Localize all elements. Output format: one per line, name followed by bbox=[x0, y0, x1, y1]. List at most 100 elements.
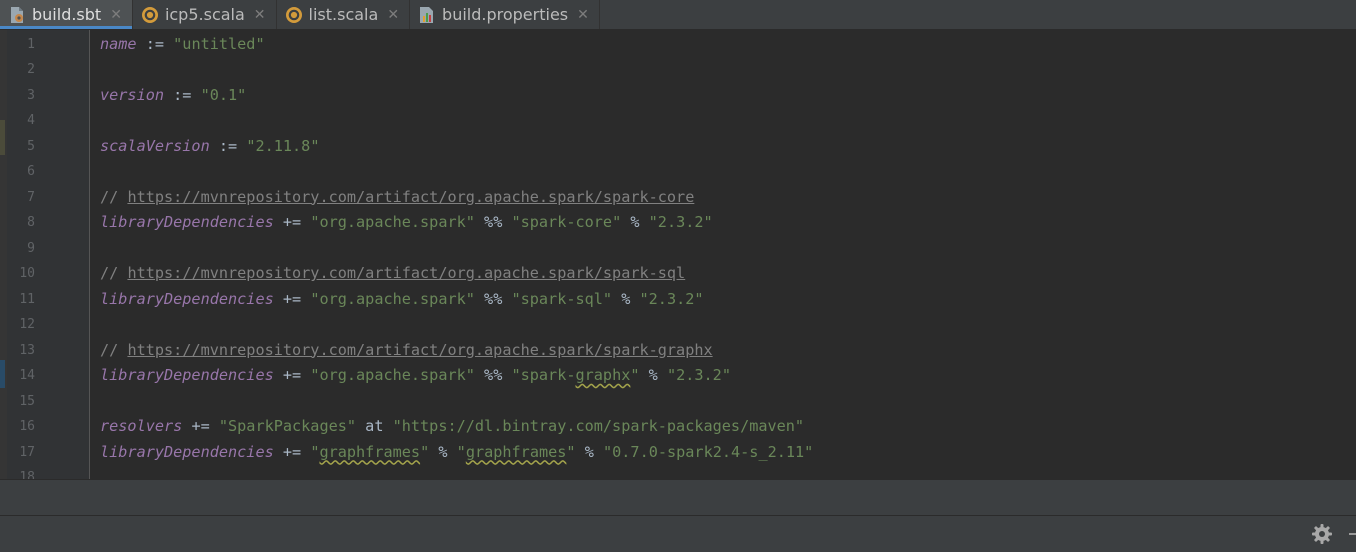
code-token: += bbox=[273, 213, 311, 231]
line-number: 2 bbox=[27, 62, 35, 77]
code-line: scalaVersion := "2.11.8" bbox=[100, 134, 319, 160]
code-token: % bbox=[639, 366, 667, 384]
code-token: % bbox=[621, 213, 649, 231]
code-token: += bbox=[273, 366, 311, 384]
line-number: 3 bbox=[27, 87, 35, 103]
change-marker-strip bbox=[0, 30, 7, 479]
code-link[interactable]: https://mvnrepository.com/artifact/org.a… bbox=[127, 264, 685, 282]
line-number: 4 bbox=[27, 113, 35, 128]
code-token: " bbox=[566, 442, 576, 461]
code-token: at bbox=[356, 417, 393, 435]
line-number: 15 bbox=[19, 393, 35, 409]
code-token: := bbox=[209, 136, 247, 155]
code-token: graphframes bbox=[465, 442, 567, 461]
line-number: 6 bbox=[27, 164, 35, 179]
ide-window: build.sbt ✕ icp5.scala ✕ list.scala ✕ bu… bbox=[0, 0, 1356, 552]
close-icon[interactable]: ✕ bbox=[254, 8, 266, 22]
code-token: % bbox=[612, 289, 640, 308]
code-token: scalaVersion bbox=[100, 136, 210, 155]
code-token: graphframes bbox=[319, 442, 421, 461]
code-token: "spark- bbox=[511, 366, 576, 384]
line-number: 11 bbox=[19, 291, 35, 307]
tab-build-properties[interactable]: build.properties ✕ bbox=[410, 0, 600, 29]
tab-list-scala[interactable]: list.scala ✕ bbox=[277, 0, 411, 29]
line-number: 5 bbox=[27, 138, 35, 154]
code-line: libraryDependencies += "org.apache.spark… bbox=[100, 210, 713, 236]
code-token: resolvers bbox=[100, 417, 183, 435]
line-number: 7 bbox=[27, 189, 35, 205]
code-token: // bbox=[100, 187, 128, 206]
code-token: := bbox=[164, 85, 201, 104]
code-token: "2.3.2" bbox=[639, 289, 704, 308]
code-token: += bbox=[273, 442, 311, 461]
code-editor[interactable]: 1 2 3 4 5 6 7 8 9 10 11 12 13 14 15 16 17 18 name := "unt… bbox=[0, 30, 1356, 485]
code-token: "spark-core" bbox=[511, 213, 622, 231]
scala-object-icon bbox=[285, 6, 303, 24]
code-token: "org.apache.spark" bbox=[310, 213, 475, 231]
code-token: "org.apache.spark" bbox=[310, 289, 475, 308]
code-token: " bbox=[630, 366, 640, 384]
line-number: 13 bbox=[19, 342, 35, 358]
line-number: 10 bbox=[19, 266, 35, 281]
line-number: 17 bbox=[19, 444, 35, 460]
gear-icon[interactable] bbox=[1311, 523, 1333, 545]
code-token: += bbox=[273, 289, 311, 308]
code-token: "untitled" bbox=[173, 34, 265, 53]
code-line: libraryDependencies += "graphframes" % "… bbox=[100, 440, 813, 466]
close-icon[interactable]: ✕ bbox=[110, 8, 122, 22]
code-token: := bbox=[136, 34, 174, 53]
code-token: %% bbox=[474, 213, 512, 231]
code-token: libraryDependencies bbox=[100, 442, 274, 461]
code-line: // https://mvnrepository.com/artifact/or… bbox=[100, 185, 694, 211]
editor-tab-bar: build.sbt ✕ icp5.scala ✕ list.scala ✕ bu… bbox=[0, 0, 1356, 30]
close-icon[interactable]: ✕ bbox=[387, 8, 399, 22]
code-line: // https://mvnrepository.com/artifact/or… bbox=[100, 338, 713, 364]
code-line: libraryDependencies += "org.apache.spark… bbox=[100, 287, 704, 313]
code-token: "2.3.2" bbox=[666, 366, 731, 384]
code-token: %% bbox=[474, 289, 512, 308]
code-line: libraryDependencies += "org.apache.spark… bbox=[100, 363, 731, 389]
line-number: 16 bbox=[19, 419, 35, 434]
tab-label: icp5.scala bbox=[164, 5, 245, 24]
change-marker bbox=[0, 360, 5, 388]
code-link[interactable]: https://mvnrepository.com/artifact/org.a… bbox=[127, 188, 694, 206]
tool-window-panel bbox=[0, 479, 1356, 515]
code-token: "2.3.2" bbox=[648, 213, 713, 231]
code-token: // bbox=[100, 340, 128, 359]
code-token: "https://dl.bintray.com/spark-packages/m… bbox=[392, 417, 805, 435]
code-token: libraryDependencies bbox=[100, 213, 274, 231]
code-token: version bbox=[100, 85, 165, 104]
code-line: // https://mvnrepository.com/artifact/or… bbox=[100, 261, 685, 287]
code-token: // bbox=[100, 264, 128, 282]
line-number: 1 bbox=[27, 36, 35, 52]
line-number: 14 bbox=[19, 368, 35, 383]
code-token: "SparkPackages" bbox=[218, 417, 357, 435]
properties-file-icon bbox=[418, 6, 436, 24]
code-token: "org.apache.spark" bbox=[310, 366, 475, 384]
code-token: " bbox=[420, 442, 430, 461]
code-line: resolvers += "SparkPackages" at "https:/… bbox=[100, 414, 804, 440]
code-token: graphx bbox=[575, 366, 631, 384]
scala-object-icon bbox=[141, 6, 159, 24]
tab-label: build.sbt bbox=[32, 5, 102, 24]
line-number-gutter[interactable]: 1 2 3 4 5 6 7 8 9 10 11 12 13 14 15 16 17 18 bbox=[7, 30, 90, 485]
code-token: "2.11.8" bbox=[246, 136, 320, 155]
code-token: % bbox=[575, 442, 603, 461]
code-token: % bbox=[429, 442, 457, 461]
code-token: "0.1" bbox=[200, 85, 247, 104]
tab-label: list.scala bbox=[308, 5, 379, 24]
code-token: " bbox=[456, 442, 466, 461]
close-icon[interactable]: ✕ bbox=[577, 8, 589, 22]
code-token: %% bbox=[474, 366, 512, 384]
line-number: 8 bbox=[27, 215, 35, 230]
code-text-area[interactable]: name := "untitled" version := "0.1" scalaV… bbox=[100, 30, 1350, 479]
code-token: libraryDependencies bbox=[100, 366, 274, 384]
tab-build-sbt[interactable]: build.sbt ✕ bbox=[0, 0, 133, 29]
code-line: name := "untitled" bbox=[100, 32, 265, 58]
code-token: libraryDependencies bbox=[100, 289, 274, 308]
collapse-icon[interactable] bbox=[1349, 533, 1356, 535]
tab-icp5-scala[interactable]: icp5.scala ✕ bbox=[133, 0, 277, 29]
code-token: name bbox=[100, 34, 137, 53]
code-link[interactable]: https://mvnrepository.com/artifact/org.a… bbox=[127, 341, 712, 359]
change-marker bbox=[0, 120, 5, 155]
